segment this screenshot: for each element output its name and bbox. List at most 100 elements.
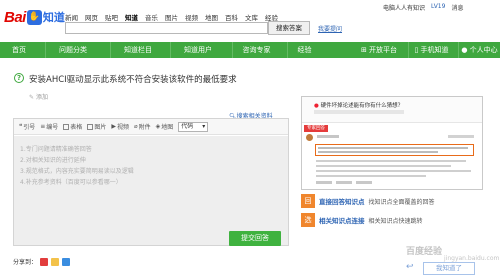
tab-columns[interactable]: 知道栏目 xyxy=(110,42,165,58)
tab-categories[interactable]: 问题分类 xyxy=(45,42,100,58)
weibo-share-icon[interactable] xyxy=(40,257,49,266)
nav-item-images[interactable]: 图片 xyxy=(165,12,178,22)
editor-toolbar: ❝ 引号 ≡ 编号 表格 图片 ▶ 视频 ⌀ 附件 ◈ 地图 代码 ▾ xyxy=(14,119,288,135)
expert-answer-ribbon: 专家回答 xyxy=(304,125,328,132)
pencil-icon: ✎ xyxy=(29,94,35,101)
code-select-value: 代码 xyxy=(181,122,194,130)
arrow-left-icon: ↩ xyxy=(406,262,414,272)
preview-question-text: 硬件坏掉论述能有你有什么猜想？ xyxy=(320,103,404,109)
tab-open-platform-label: 开放平台 xyxy=(369,46,398,54)
preview-header: ● 硬件坏掉论述能有你有什么猜想？ xyxy=(302,97,482,123)
nav-item-tieba[interactable]: 贴吧 xyxy=(105,12,118,22)
preview-footer xyxy=(316,181,372,184)
video-button[interactable]: ▶ 视频 xyxy=(111,122,129,131)
share-bar: 分享到： xyxy=(13,257,71,266)
share-label: 分享到： xyxy=(13,259,38,266)
preview-text-line xyxy=(316,165,451,167)
preview-text-line xyxy=(318,151,438,153)
map-label: 地图 xyxy=(161,124,174,131)
tab-users[interactable]: 知道用户 xyxy=(170,42,225,58)
watermark-url: jingyan.baidu.com xyxy=(444,255,500,262)
nav-item-wenku[interactable]: 文库 xyxy=(245,12,258,22)
preview-footer-item xyxy=(316,181,332,184)
list-icon: ≡ xyxy=(40,123,46,130)
answer-editor: ❝ 引号 ≡ 编号 表格 图片 ▶ 视频 ⌀ 附件 ◈ 地图 代码 ▾ 1.专门问题请精准确… xyxy=(13,118,289,246)
nav-item-zhidao[interactable]: 知道 xyxy=(125,12,138,22)
tab-personal-label: 个人中心 xyxy=(469,46,498,54)
editor-hint: 4.补充参考资料（百度可以参看哪一） xyxy=(20,179,122,186)
table-icon xyxy=(63,123,70,130)
avatar xyxy=(306,134,313,141)
top-header: Bai ✋ 知道 新闻 网页 贴吧 知道 音乐 图片 视频 地图 百科 文库 经… xyxy=(0,0,500,35)
image-button[interactable]: 图片 xyxy=(87,122,106,131)
tab-jingyan[interactable]: 经验 xyxy=(287,42,321,58)
preview-subline xyxy=(314,110,404,114)
direct-answer-icon: 回 xyxy=(301,194,315,208)
paw-icon: ✋ xyxy=(26,9,42,25)
tab-mobile[interactable]: ▯ 手机知道 xyxy=(408,42,454,58)
nav-item-video[interactable]: 视频 xyxy=(185,12,198,22)
video-label: 视频 xyxy=(116,124,129,131)
qzone-share-icon[interactable] xyxy=(51,257,60,266)
paperclip-icon: ⌀ xyxy=(133,123,138,130)
user-name[interactable]: 电脑人人有知识 xyxy=(383,3,425,12)
quote-button[interactable]: ❝ 引号 xyxy=(19,122,35,131)
nav-item-news[interactable]: 新闻 xyxy=(65,12,78,22)
logo-bai-text: Bai xyxy=(4,8,26,26)
related-links-icon: 选 xyxy=(301,213,315,227)
feature-related-links: 选 相关知识点连接 相关知识点快速跳转 xyxy=(301,213,423,227)
image-icon xyxy=(87,123,94,130)
answer-textarea[interactable]: 1.专门问题请精准确答回答 2.对相关知识的进行延伸 3.规范格式，内容充实要简… xyxy=(14,136,288,245)
tab-personal-center[interactable]: ● 个人中心 xyxy=(458,42,500,58)
feature-title: 直接回答知识点 xyxy=(319,198,365,206)
preview-date xyxy=(448,135,474,138)
video-icon: ▶ xyxy=(111,123,116,130)
feature-intro-panel: ● 硬件坏掉论述能有你有什么猜想？ 专家回答 回 直接回答知识点 找知识点全面覆… xyxy=(299,92,488,244)
code-select[interactable]: 代码 ▾ xyxy=(178,121,209,132)
nav-item-map[interactable]: 地图 xyxy=(205,12,218,22)
quote-label: 引号 xyxy=(23,124,36,131)
feature-desc: 找知识点全面覆盖的回答 xyxy=(368,198,435,206)
feature-title: 相关知识点连接 xyxy=(319,217,365,225)
ask-question-link[interactable]: 我要提问 xyxy=(318,24,342,33)
tab-experts[interactable]: 咨询专家 xyxy=(232,42,280,58)
nav-item-baike[interactable]: 百科 xyxy=(225,12,238,22)
submit-answer-button[interactable]: 提交回答 xyxy=(229,231,281,246)
numbered-list-button[interactable]: ≡ 编号 xyxy=(40,122,58,131)
preview-meta xyxy=(317,135,339,138)
editor-hint: 3.规范格式，内容充实要简明易读以及逻辑 xyxy=(20,168,134,175)
watermark-logo: 百度经验 xyxy=(406,247,443,257)
preview-footer-item xyxy=(336,181,352,184)
map-button[interactable]: ◈ 地图 xyxy=(156,122,174,131)
preview-text-line xyxy=(316,160,466,162)
nav-item-web[interactable]: 网页 xyxy=(85,12,98,22)
image-label: 图片 xyxy=(94,124,107,131)
search-button[interactable]: 搜索答案 xyxy=(268,21,310,35)
logo-zhidao-text: 知道 xyxy=(42,11,65,24)
add-tag-label: 添加 xyxy=(36,94,49,101)
editor-hint: 2.对相关知识的进行延伸 xyxy=(20,157,86,164)
add-tag-link[interactable]: ✎ 添加 xyxy=(29,92,48,101)
table-button[interactable]: 表格 xyxy=(63,122,82,131)
preview-question: ● 硬件坏掉论述能有你有什么猜想？ xyxy=(314,101,403,109)
answer-preview-card: ● 硬件坏掉论述能有你有什么猜想？ 专家回答 xyxy=(301,96,483,190)
user-area: 电脑人人有知识 LV19 消息 xyxy=(383,3,463,12)
got-it-button[interactable]: 我知道了 xyxy=(423,262,475,275)
preview-footer-item xyxy=(356,181,372,184)
search-input[interactable] xyxy=(65,22,268,34)
grid-icon: ⊞ xyxy=(360,46,370,54)
tieba-share-icon[interactable] xyxy=(62,257,71,266)
question-mark-icon: ? xyxy=(14,73,24,83)
attachment-button[interactable]: ⌀ 附件 xyxy=(134,122,151,131)
product-nav: 新闻 网页 贴吧 知道 音乐 图片 视频 地图 百科 文库 经验 xyxy=(65,12,278,22)
tab-open-platform[interactable]: ⊞ 开放平台 xyxy=(355,42,403,58)
tab-home[interactable]: 首页 xyxy=(4,42,34,58)
messages-link[interactable]: 消息 xyxy=(451,3,463,12)
user-level-badge[interactable]: LV19 xyxy=(431,3,445,12)
map-icon: ◈ xyxy=(155,123,161,130)
quote-icon: ❝ xyxy=(19,123,23,130)
preview-text-line xyxy=(316,175,426,177)
nav-item-music[interactable]: 音乐 xyxy=(145,12,158,22)
preview-text-line xyxy=(318,147,468,149)
baidu-zhidao-logo[interactable]: Bai ✋ 知道 xyxy=(4,6,65,28)
